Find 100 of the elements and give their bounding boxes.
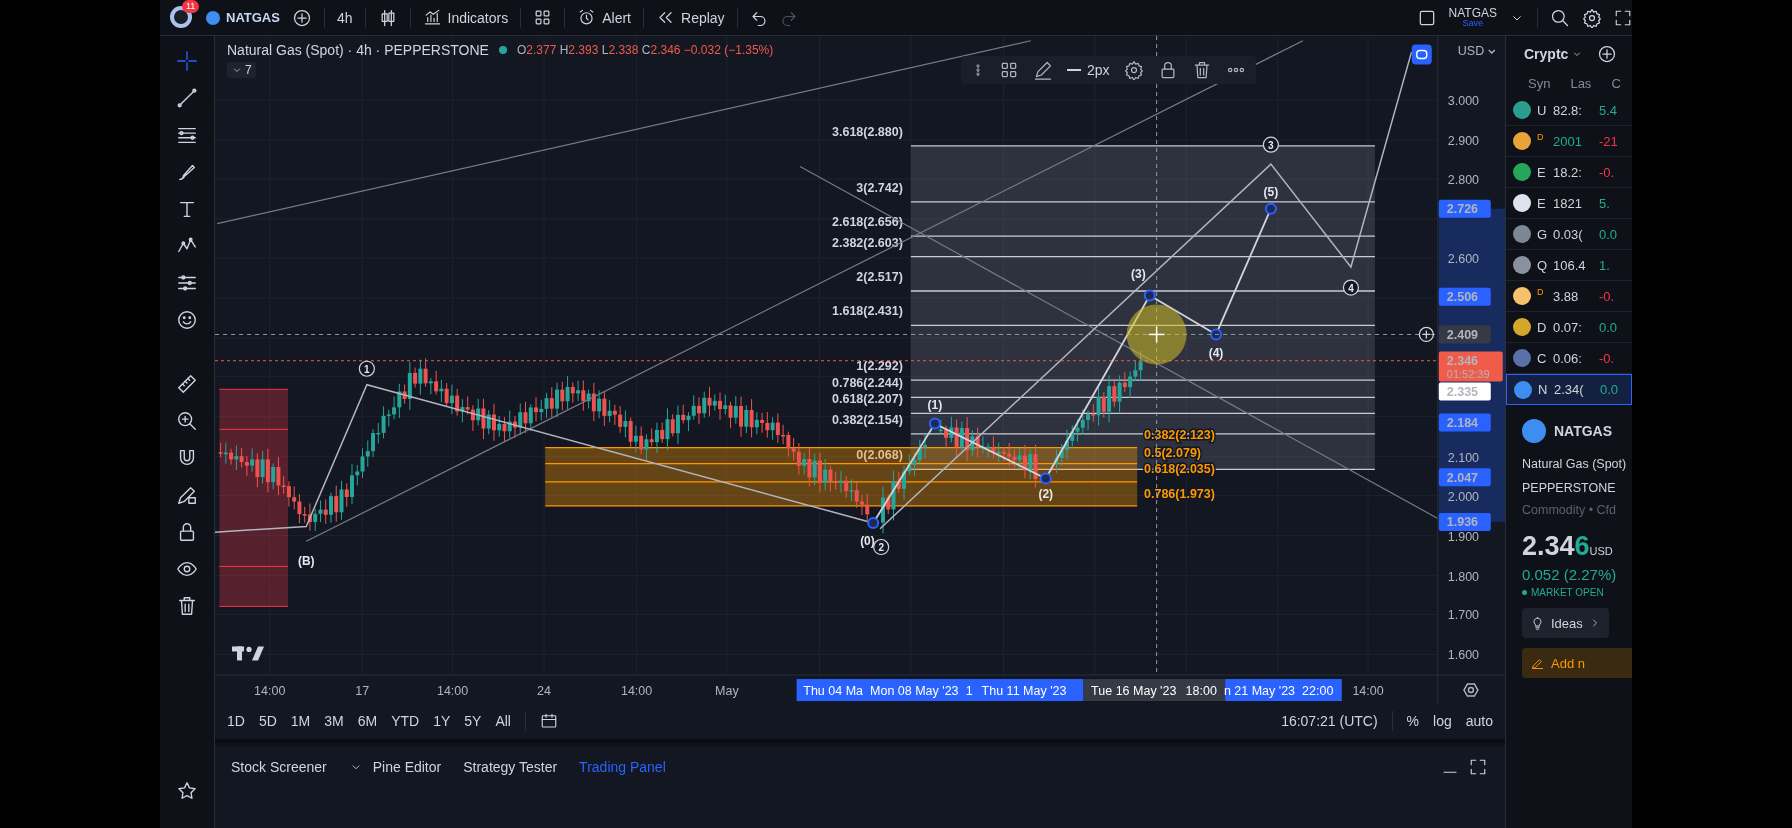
symbol-search-button[interactable]: NATGAS [206, 10, 280, 25]
watchlist-row[interactable]: D 0.07: 0.0 [1506, 312, 1632, 343]
time-label: 14:00 [620, 684, 653, 699]
range-button[interactable]: 1M [290, 713, 311, 729]
price-tick: 2.100 [1447, 450, 1480, 465]
price-label: 2.726 [1438, 199, 1491, 218]
currency-selector[interactable]: USD [1457, 44, 1485, 58]
range-button[interactable]: 1Y [433, 713, 451, 729]
last-price: 2.346USD [1522, 531, 1614, 562]
watchlist-row[interactable]: Q 106.4 1. [1506, 250, 1632, 281]
time-label: 14:00 [436, 684, 469, 699]
fib-level-label: 1.618(2.431) [832, 304, 903, 319]
wave-label: (1) [927, 398, 943, 413]
time-label: 24 [537, 684, 551, 699]
wave-label: (0) [860, 534, 875, 549]
watchlist-row[interactable]: G 0.03( 0.0 [1506, 219, 1632, 250]
time-label: 22:00 [1302, 684, 1334, 699]
price-label: 2.047 [1438, 468, 1491, 487]
price-tick: 2.900 [1447, 134, 1480, 149]
fib-level-label: 2.618(2.656) [832, 215, 903, 230]
interval-button[interactable]: 4h [336, 9, 353, 26]
scale-option[interactable]: log [1433, 713, 1452, 729]
alert-button[interactable]: Alert [577, 8, 631, 27]
range-button[interactable]: 1D [227, 713, 245, 729]
scale-option[interactable]: auto [1465, 713, 1493, 729]
wave-label: (4) [1208, 345, 1224, 360]
indicators-toggle[interactable]: 7 [227, 62, 256, 78]
price-label: 1.936 [1438, 512, 1491, 531]
wave-label: 4 [1342, 279, 1359, 296]
instrument-name: Natural Gas (Spot) [1522, 457, 1628, 471]
column-header[interactable]: Las [1570, 76, 1592, 91]
price-tick: 1.700 [1447, 608, 1480, 623]
fib-level-label: 0(2.068) [856, 448, 903, 463]
panel-tab[interactable]: Strategy Tester [463, 759, 570, 775]
market-status: MARKET OPEN [1531, 587, 1604, 598]
time-label: Mon 08 May '23 [870, 684, 959, 699]
watchlist-row[interactable]: U 82.8: 5.4 [1506, 95, 1632, 126]
watchlist-row[interactable]: E 18.2: -0. [1506, 157, 1632, 188]
price-label: 2.409 [1438, 325, 1491, 344]
watchlist-row[interactable]: N 2.34( 0.0 [1506, 374, 1632, 405]
fib-level-label: 2(2.517) [856, 270, 903, 284]
fib-level-label: 1(2.292) [856, 359, 903, 374]
wave-label: (3) [1131, 266, 1146, 281]
ideas-button[interactable]: Ideas [1522, 608, 1609, 638]
exchange-name: PEPPERSTONE [1522, 481, 1617, 495]
fib-level-label: 0.5(2.079) [1144, 446, 1202, 461]
price-label: 2.506 [1438, 287, 1491, 306]
range-button[interactable]: 5D [258, 713, 277, 729]
price-tick: 2.800 [1447, 173, 1480, 187]
time-label: 17 [355, 684, 370, 699]
fib-level-label: 2.382(2.603) [832, 235, 903, 250]
wave-label: (B) [297, 553, 315, 568]
watchlist-row[interactable]: D 3.88 -0. [1506, 281, 1632, 312]
wave-label: (5) [1263, 184, 1279, 199]
price-tick: 2.600 [1447, 251, 1480, 266]
price-label: 2.335 [1438, 382, 1491, 401]
price-tick: 2.000 [1447, 489, 1480, 504]
watchlist-dropdown[interactable]: Cryptc [1524, 46, 1584, 62]
watchlist-row[interactable]: E 1821 5. [1506, 188, 1632, 219]
scale-option[interactable]: % [1406, 713, 1420, 729]
category-text: Commodity • Cfd [1522, 503, 1617, 517]
fib-level-label: 0.786(1.973) [1144, 487, 1215, 502]
wave-label: (2) [1038, 487, 1054, 502]
fib-level-label: 0.382(2.154) [832, 412, 903, 427]
clock-text: 16:07:21 (UTC) [1281, 713, 1378, 729]
wave-label: 2 [873, 538, 890, 556]
wave-label: 3 [1262, 136, 1279, 153]
panel-tab[interactable]: Stock Screener [231, 759, 339, 775]
fib-level-label: 3(2.742) [856, 180, 903, 195]
range-button[interactable]: 3M [324, 713, 344, 729]
price-tick: 1.800 [1447, 569, 1480, 584]
range-button[interactable]: YTD [391, 713, 420, 729]
chart-title: Natural Gas (Spot) · 4h · PEPPERSTONE [227, 42, 489, 58]
price-label: 2.346 01:52:39 [1438, 351, 1503, 382]
time-label: n 21 May '23 [1223, 684, 1296, 699]
ohlc-values: O2.377 H2.393 L2.338 C2.346 −0.032 (−1.35%) [516, 43, 774, 57]
indicators-button[interactable]: Indicators [422, 8, 509, 27]
time-label: Tue 16 May '23 [1091, 684, 1177, 699]
replay-button[interactable]: Replay [656, 8, 725, 27]
add-note-button[interactable]: Add n [1522, 648, 1632, 678]
range-button[interactable]: 5Y [464, 713, 482, 729]
layout-button[interactable]: NATGAS Save [1448, 7, 1497, 28]
symbol-name: NATGAS [1554, 423, 1613, 439]
time-label: Thu 04 Ma [803, 684, 864, 699]
wave-label: 1 [358, 360, 375, 377]
price-tick: 1.600 [1447, 648, 1480, 663]
watchlist-row[interactable]: D 2001 -21 [1506, 126, 1632, 157]
range-button[interactable]: 6M [357, 713, 378, 729]
price-tick: 1.900 [1447, 529, 1480, 544]
line-width-button[interactable]: 2px [1067, 62, 1110, 78]
fib-level-label: 3.618(2.880) [832, 124, 903, 139]
panel-tab[interactable]: Trading Panel [579, 759, 678, 775]
range-button[interactable]: All [495, 713, 511, 729]
time-label: 18:00 [1185, 684, 1217, 699]
panel-tab[interactable]: Pine Editor [372, 759, 454, 775]
time-label: Thu 11 May '23 [981, 684, 1067, 699]
column-header[interactable]: Syn [1528, 76, 1551, 91]
column-header[interactable]: C [1611, 76, 1621, 91]
fib-level-label: 0.618(2.207) [832, 392, 903, 407]
time-label: 1 [965, 684, 973, 699]
